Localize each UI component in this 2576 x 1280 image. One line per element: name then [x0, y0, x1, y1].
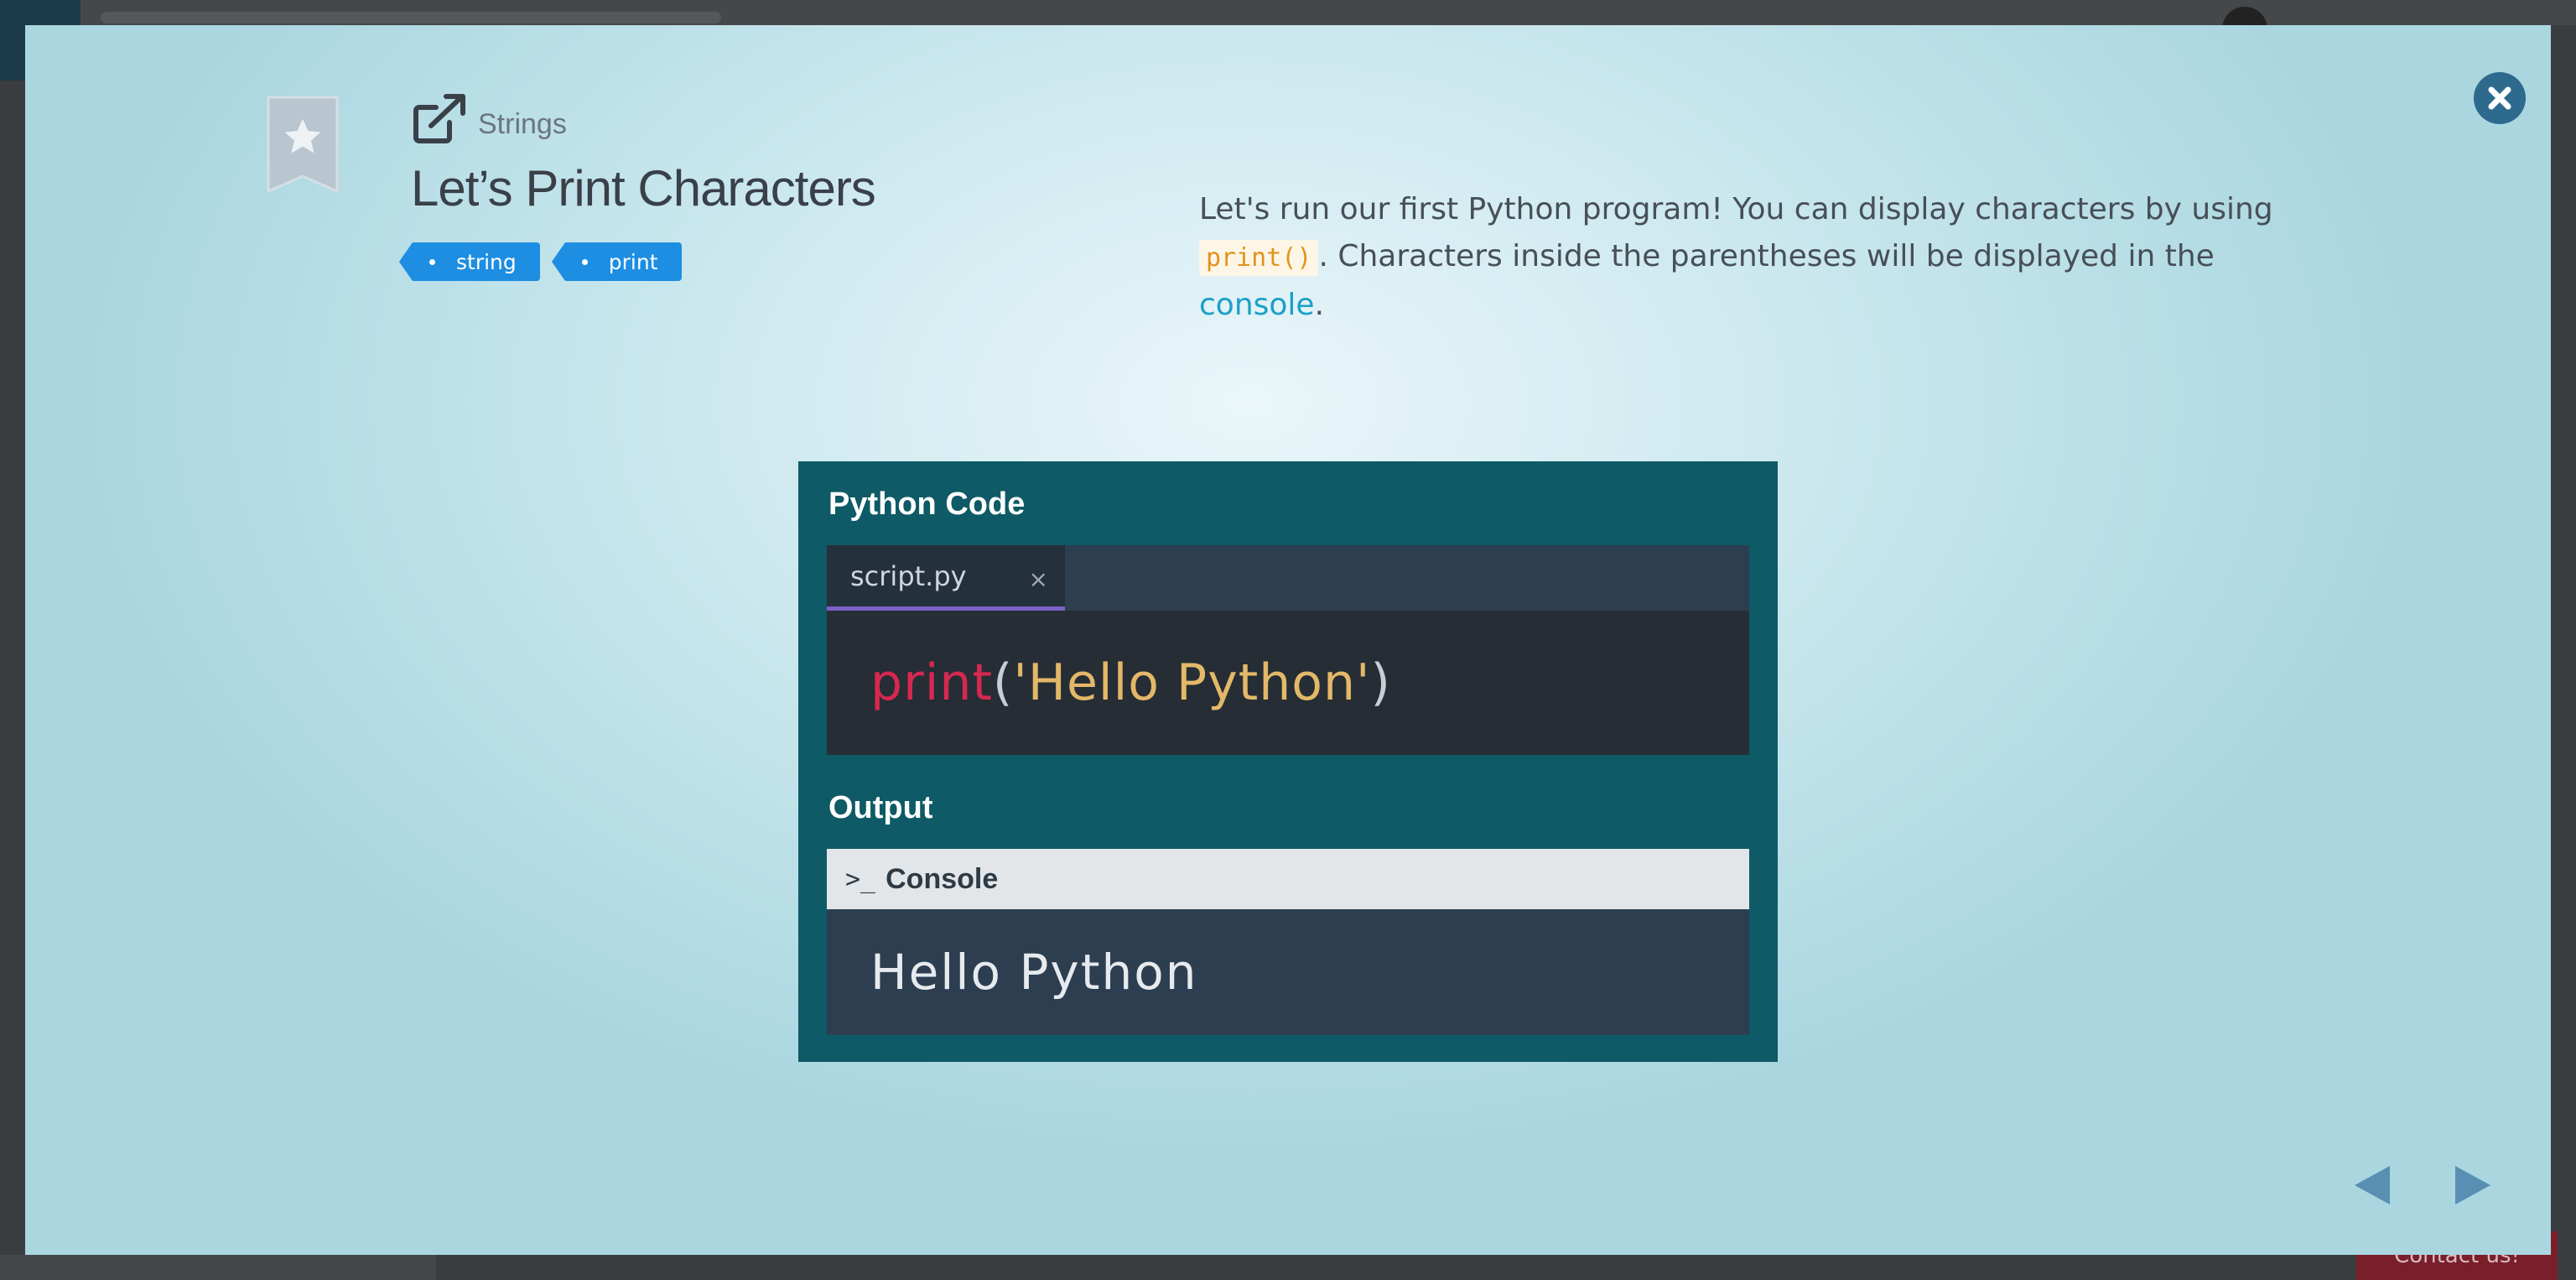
- close-icon: [2488, 86, 2511, 110]
- description-inline-code: print(): [1199, 240, 1319, 276]
- console-prompt-icon: >_: [845, 864, 876, 894]
- code-token-open-paren: (: [992, 653, 1014, 712]
- lesson-modal: Strings Let’s Print Characters string pr…: [25, 25, 2551, 1255]
- category-label: Strings: [478, 108, 567, 140]
- category-row: Strings: [411, 87, 1166, 146]
- tag-print[interactable]: print: [551, 242, 682, 281]
- output-label: Output: [828, 790, 933, 825]
- lesson-header: Strings Let’s Print Characters string pr…: [399, 87, 1166, 281]
- close-button[interactable]: [2474, 72, 2526, 124]
- background-url-bar: [101, 12, 721, 23]
- console-output: Hello Python: [827, 909, 1749, 1035]
- code-token-function: print: [870, 653, 993, 712]
- tab-close-icon[interactable]: ×: [1029, 565, 1048, 593]
- editor-tab-bar: script.py ×: [827, 545, 1749, 611]
- background-scrollbar: [0, 1255, 436, 1280]
- console-label: Console: [886, 862, 999, 895]
- bookmark-star-icon: [267, 96, 339, 194]
- console-glossary-link[interactable]: console: [1199, 288, 1315, 322]
- python-code-label: Python Code: [828, 487, 1026, 522]
- next-slide-button[interactable]: [2452, 1163, 2494, 1208]
- code-token-string: 'Hello Python': [1013, 653, 1371, 712]
- lesson-description: Let's run our first Python program! You …: [1199, 186, 2289, 329]
- description-text-1: Let's run our first Python program! You …: [1199, 192, 2273, 226]
- previous-slide-button[interactable]: [2351, 1163, 2393, 1208]
- tag-list: string print: [399, 242, 1166, 281]
- description-text-3: .: [1314, 288, 1325, 322]
- description-text-2: . Characters inside the parentheses will…: [1318, 239, 2215, 273]
- tag-string[interactable]: string: [399, 242, 540, 281]
- tab-label: script.py: [850, 559, 967, 592]
- external-link-icon[interactable]: [411, 92, 470, 146]
- bookmark-button[interactable]: [267, 96, 339, 194]
- console-header: >_ Console: [827, 849, 1749, 909]
- code-editor: print('Hello Python'): [827, 611, 1749, 755]
- triangle-right-icon: [2455, 1166, 2490, 1205]
- lesson-title: Let’s Print Characters: [411, 160, 876, 216]
- code-token-close-paren: ): [1370, 653, 1391, 712]
- triangle-left-icon: [2355, 1166, 2390, 1205]
- code-illustration: Python Code script.py × print('Hello Pyt…: [798, 461, 1778, 1062]
- tab-script-py[interactable]: script.py ×: [827, 545, 1065, 611]
